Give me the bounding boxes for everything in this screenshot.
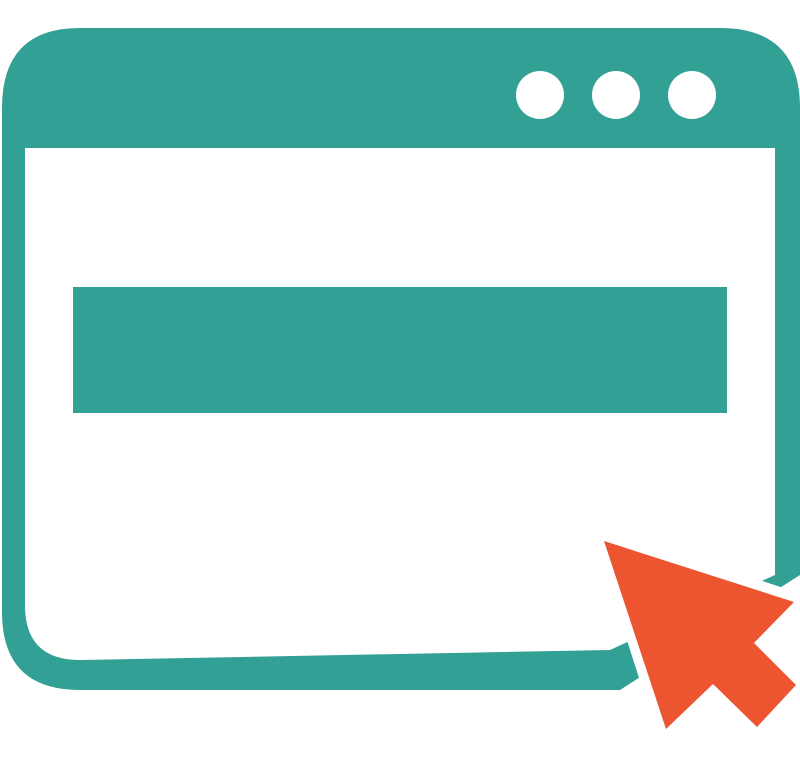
window-dot-icon[interactable] xyxy=(516,71,564,119)
window-dot-icon[interactable] xyxy=(592,71,640,119)
title-bar-dots xyxy=(516,71,716,119)
browser-window-click-icon xyxy=(2,28,800,745)
content-bar xyxy=(73,287,727,413)
browser-click-illustration xyxy=(0,0,800,760)
window-dot-icon[interactable] xyxy=(668,71,716,119)
